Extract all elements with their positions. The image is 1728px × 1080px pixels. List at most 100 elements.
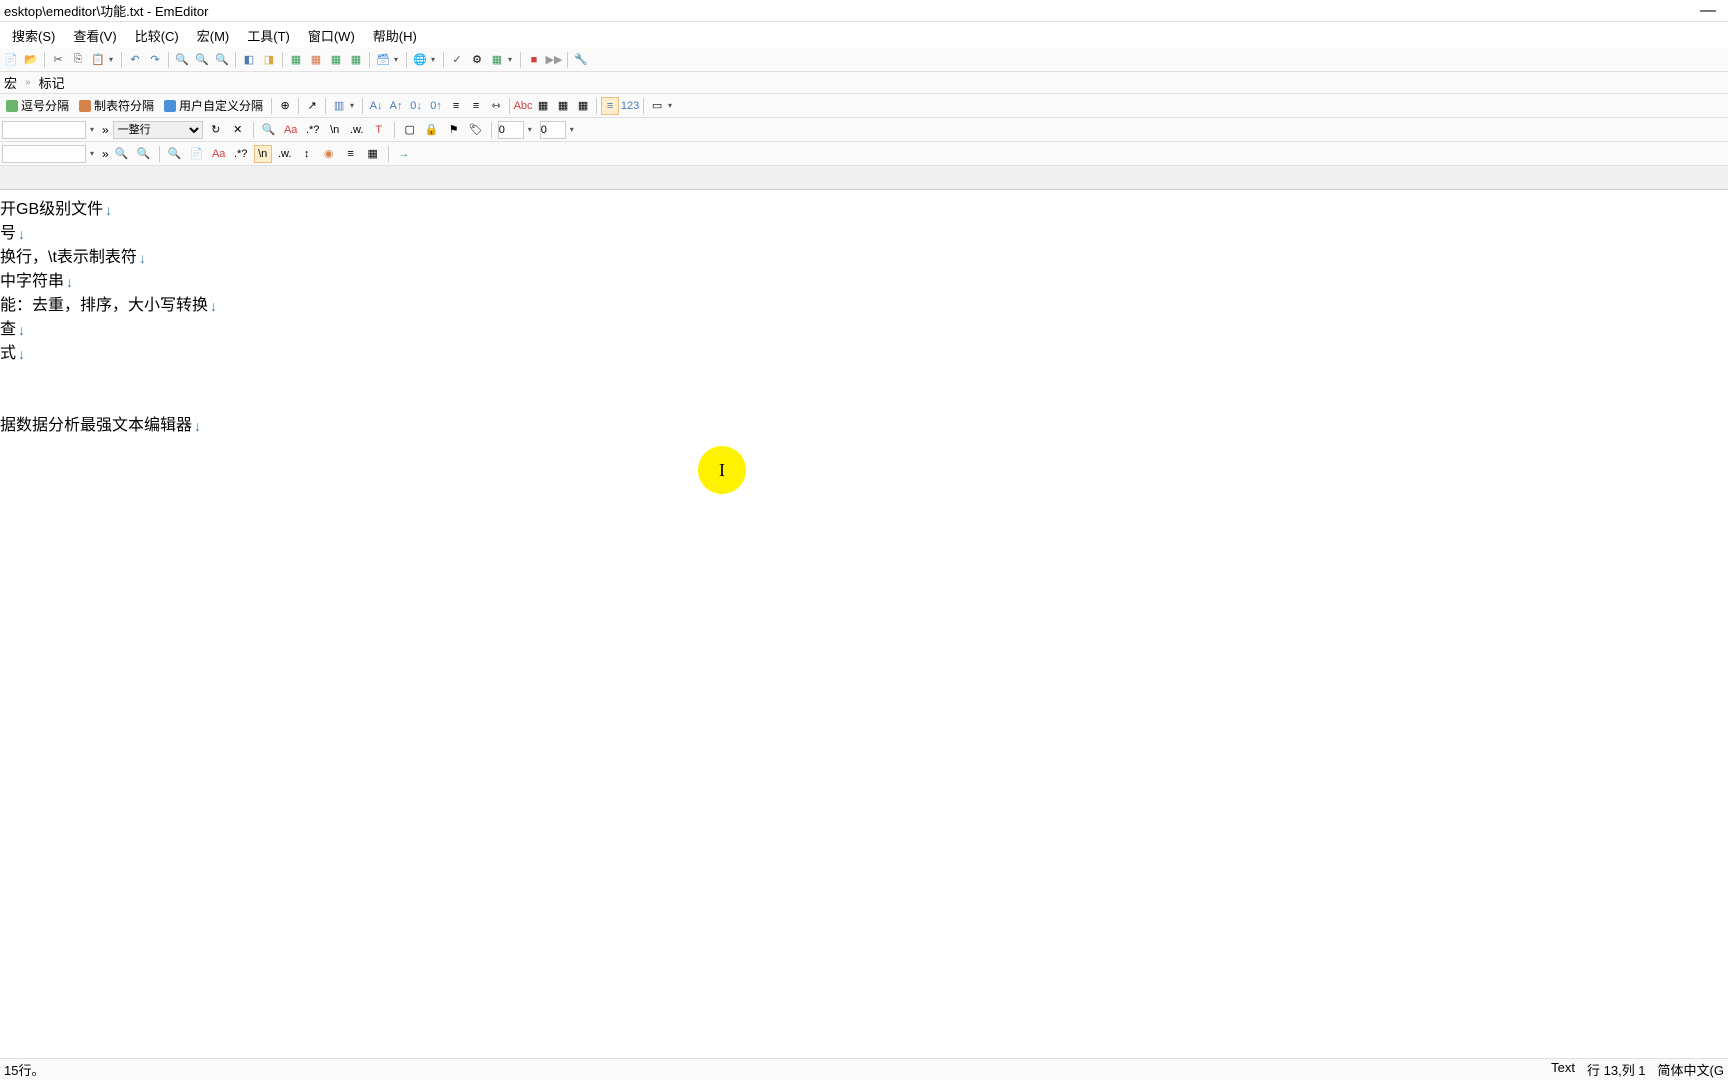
custom-sep-button[interactable]: 用户自定义分隔 xyxy=(160,95,267,116)
regex-icon[interactable]: .*? xyxy=(304,121,322,139)
dropdown-icon[interactable]: ▾ xyxy=(431,55,439,64)
flag-icon[interactable]: ⚑ xyxy=(445,121,463,139)
filter-doc-icon[interactable]: 📄 xyxy=(188,145,206,163)
filter-n-icon[interactable]: \n xyxy=(254,145,272,163)
search-scope-select[interactable]: 一整行 xyxy=(113,121,203,139)
highlight-icon[interactable]: ◨ xyxy=(260,51,278,69)
config-csv-icon[interactable]: ▭ xyxy=(648,97,666,115)
filter-field[interactable] xyxy=(2,145,86,163)
dropdown-icon[interactable]: ▾ xyxy=(109,55,117,64)
filter-search-icon[interactable]: 🔍 xyxy=(166,145,184,163)
comma-sep-button[interactable]: 逗号分隔 xyxy=(2,95,73,116)
target-icon[interactable]: ⊕ xyxy=(276,97,294,115)
spellcheck-icon[interactable]: ✓ xyxy=(448,51,466,69)
search-icon[interactable]: 🔍 xyxy=(173,51,191,69)
arrow-icon[interactable]: ↗ xyxy=(303,97,321,115)
dropdown-icon[interactable]: ▾ xyxy=(570,125,578,134)
tools-icon[interactable]: 🔧 xyxy=(572,51,590,69)
database-icon[interactable]: 🗃 xyxy=(374,51,392,69)
open-file-icon[interactable]: 📂 xyxy=(22,51,40,69)
bookmark-icon[interactable]: ◧ xyxy=(240,51,258,69)
filter-regex-icon[interactable]: .*? xyxy=(232,145,250,163)
search-prev-icon[interactable]: 🔍 xyxy=(193,51,211,69)
validate-icon[interactable]: Abc xyxy=(514,97,532,115)
new-file-icon[interactable]: 📄 xyxy=(2,51,20,69)
settings-icon[interactable]: ⚙ xyxy=(468,51,486,69)
record-icon[interactable]: ■ xyxy=(525,51,543,69)
search-field[interactable] xyxy=(2,121,86,139)
undo-icon[interactable]: ↶ xyxy=(126,51,144,69)
editor-area[interactable]: 开GB级别文件↓ 号↓ 换行，\t表示制表符↓ 中字符串↓ 能：去重，排序，大小… xyxy=(0,190,1728,1058)
count2-field[interactable] xyxy=(540,121,566,139)
dropdown-icon[interactable]: ▾ xyxy=(508,55,516,64)
menu-macro[interactable]: 宏(M) xyxy=(189,23,238,48)
menu-compare[interactable]: 比较(C) xyxy=(127,23,187,48)
tab-sep-button[interactable]: 制表符分隔 xyxy=(75,95,158,116)
menu-window[interactable]: 窗口(W) xyxy=(300,23,363,48)
cursor-highlight: I xyxy=(698,446,746,494)
escape-w-icon[interactable]: .w. xyxy=(348,121,366,139)
filter-case-icon[interactable]: Aa xyxy=(210,145,228,163)
sort-num-desc-icon[interactable]: 0↑ xyxy=(427,97,445,115)
sort-desc-icon[interactable]: A↑ xyxy=(387,97,405,115)
paste-icon[interactable]: 📋 xyxy=(89,51,107,69)
lock-icon[interactable]: 🔒 xyxy=(423,121,441,139)
escape-n-icon[interactable]: \n xyxy=(326,121,344,139)
refresh-icon[interactable]: ↻ xyxy=(207,121,225,139)
sort-asc-icon[interactable]: A↓ xyxy=(367,97,385,115)
redo-icon[interactable]: ↷ xyxy=(146,51,164,69)
dropdown-icon[interactable]: ▾ xyxy=(350,101,358,110)
chevron-icon: » xyxy=(102,147,109,161)
dropdown-icon[interactable]: ▾ xyxy=(394,55,402,64)
dropdown-icon[interactable]: ▾ xyxy=(90,149,98,158)
case-icon[interactable]: Aa xyxy=(282,121,300,139)
split-icon[interactable]: ▦ xyxy=(574,97,592,115)
web-icon[interactable]: 🌐 xyxy=(411,51,429,69)
copy-icon[interactable]: ⎘ xyxy=(69,51,87,69)
line-num-icon[interactable]: ≡ xyxy=(601,97,619,115)
search-next-icon[interactable]: 🔍 xyxy=(213,51,231,69)
dropdown-icon[interactable]: ▾ xyxy=(90,125,98,134)
bookmark2-icon[interactable]: 🏷 xyxy=(467,121,485,139)
ruler-icon[interactable]: 123 xyxy=(621,97,639,115)
cut-icon[interactable]: ✂ xyxy=(49,51,67,69)
remove-dup-icon[interactable]: ▦ xyxy=(534,97,552,115)
align-right-icon[interactable]: ≡ xyxy=(467,97,485,115)
window-icon[interactable]: ▢ xyxy=(401,121,419,139)
combine-icon[interactable]: ▦ xyxy=(554,97,572,115)
align-left-icon[interactable]: ≡ xyxy=(447,97,465,115)
filter-w-icon[interactable]: .w. xyxy=(276,145,294,163)
filter-next-icon[interactable]: 🔍 xyxy=(135,145,153,163)
minimize-button[interactable]: — xyxy=(1700,2,1716,20)
filter-swap-icon[interactable]: ↕ xyxy=(298,145,316,163)
dsv-mode-icon[interactable]: ▦ xyxy=(327,51,345,69)
sort-num-asc-icon[interactable]: 0↓ xyxy=(407,97,425,115)
main-toolbar: 📄 📂 ✂ ⎘ 📋 ▾ ↶ ↷ 🔍 🔍 🔍 ◧ ◨ ▦ ▦ ▦ ▦ 🗃 ▾ 🌐 … xyxy=(0,48,1728,72)
play-icon[interactable]: ▶▶ xyxy=(545,51,563,69)
filter-go-icon[interactable]: → xyxy=(395,145,413,163)
autofit-icon[interactable]: ⇿ xyxy=(487,97,505,115)
separator xyxy=(44,52,45,68)
separator xyxy=(271,98,272,114)
count1-field[interactable] xyxy=(498,121,524,139)
filter-list-icon[interactable]: ≡ xyxy=(342,145,360,163)
menu-view[interactable]: 查看(V) xyxy=(65,23,124,48)
close-icon[interactable]: ✕ xyxy=(229,121,247,139)
dropdown-icon[interactable]: ▾ xyxy=(528,125,536,134)
grid-mode-icon[interactable]: ▦ xyxy=(347,51,365,69)
filter-target-icon[interactable]: ◉ xyxy=(320,145,338,163)
dropdown-icon[interactable]: ▾ xyxy=(668,101,676,110)
escape-t-icon[interactable]: T xyxy=(370,121,388,139)
search-icon[interactable]: 🔍 xyxy=(260,121,278,139)
separator xyxy=(325,98,326,114)
config-icon[interactable]: ▦ xyxy=(488,51,506,69)
tsv-mode-icon[interactable]: ▦ xyxy=(307,51,325,69)
columns-icon[interactable]: ▥ xyxy=(330,97,348,115)
macro-bar: 宏 » 标记 xyxy=(0,72,1728,94)
menu-help[interactable]: 帮助(H) xyxy=(365,23,425,48)
filter-prev-icon[interactable]: 🔍 xyxy=(113,145,131,163)
filter-grid-icon[interactable]: ▦ xyxy=(364,145,382,163)
menu-tools[interactable]: 工具(T) xyxy=(239,23,298,48)
csv-mode-icon[interactable]: ▦ xyxy=(287,51,305,69)
menu-search[interactable]: 搜索(S) xyxy=(4,23,63,48)
